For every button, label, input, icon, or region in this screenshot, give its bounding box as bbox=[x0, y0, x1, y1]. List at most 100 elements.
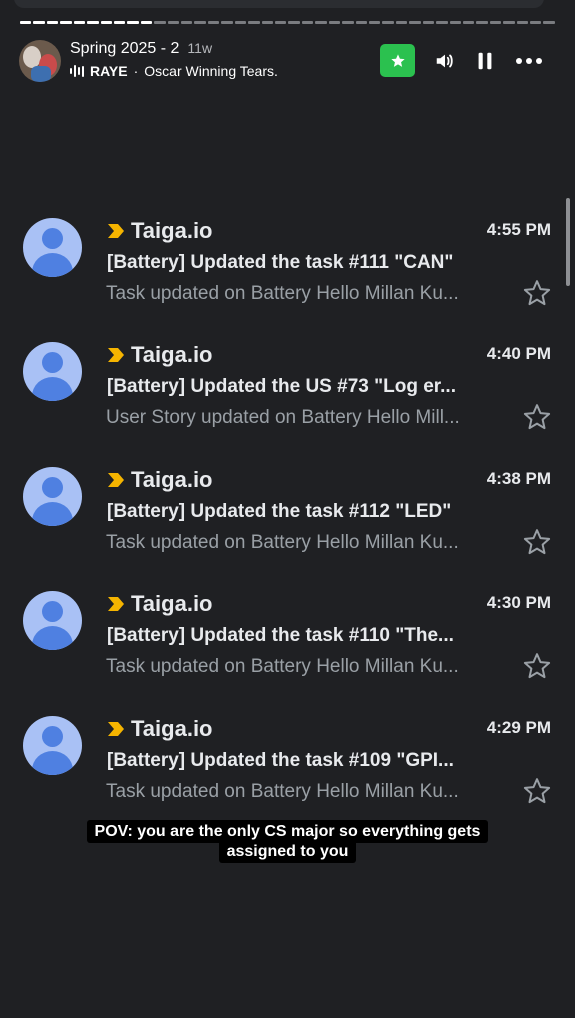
subject: [Battery] Updated the task #112 "LED" bbox=[107, 501, 452, 522]
sender: Taiga.io bbox=[131, 467, 213, 492]
story-music[interactable]: RAYE · Oscar Winning Tears. bbox=[70, 63, 278, 79]
email-row[interactable]: Taiga.io 4:55 PM [Battery] Updated the t… bbox=[0, 200, 575, 324]
more-icon[interactable] bbox=[515, 50, 543, 72]
story-age: 11w bbox=[187, 40, 213, 56]
progress-segment bbox=[489, 21, 502, 24]
star-icon[interactable] bbox=[522, 776, 552, 806]
progress-segment bbox=[87, 21, 99, 24]
progress-segment bbox=[234, 21, 247, 24]
subject: [Battery] Updated the task #111 "CAN" bbox=[107, 252, 454, 273]
story-avatar[interactable] bbox=[19, 40, 61, 82]
importance-marker-icon[interactable] bbox=[107, 223, 125, 239]
email-row[interactable]: Taiga.io 4:29 PM [Battery] Updated the t… bbox=[0, 698, 575, 822]
progress-segment bbox=[20, 21, 32, 24]
progress-segment bbox=[368, 21, 381, 24]
progress-segment bbox=[382, 21, 394, 24]
sender-line: Taiga.io bbox=[107, 467, 213, 493]
progress-segment bbox=[355, 21, 367, 24]
progress-segment bbox=[516, 21, 529, 24]
favorite-star-button[interactable] bbox=[380, 44, 415, 77]
email-row[interactable]: Taiga.io 4:38 PM [Battery] Updated the t… bbox=[0, 449, 575, 573]
star-icon[interactable] bbox=[522, 402, 552, 432]
progress-segment bbox=[181, 21, 193, 24]
importance-marker-icon[interactable] bbox=[107, 596, 125, 612]
progress-segment bbox=[543, 21, 555, 24]
avatar bbox=[23, 218, 82, 277]
progress-segment bbox=[275, 21, 287, 24]
music-separator: · bbox=[133, 63, 139, 79]
time: 4:40 PM bbox=[486, 344, 551, 363]
importance-marker-icon[interactable] bbox=[107, 347, 125, 363]
progress-segment bbox=[127, 21, 139, 24]
progress-segment bbox=[194, 21, 206, 24]
avatar bbox=[23, 342, 82, 401]
time: 4:29 PM bbox=[486, 718, 551, 737]
star-icon[interactable] bbox=[522, 278, 552, 308]
progress-segment bbox=[315, 21, 327, 24]
sender-line: Taiga.io bbox=[107, 591, 213, 617]
subject: [Battery] Updated the task #110 "The... bbox=[107, 625, 454, 646]
sender: Taiga.io bbox=[131, 591, 213, 616]
time: 4:55 PM bbox=[486, 220, 551, 239]
star-icon[interactable] bbox=[522, 527, 552, 557]
progress-segment bbox=[449, 21, 461, 24]
progress-segment bbox=[221, 21, 233, 24]
story-progress-bar bbox=[20, 21, 555, 25]
progress-segment bbox=[395, 21, 408, 24]
progress-segment bbox=[140, 21, 153, 24]
music-track: Oscar Winning Tears. bbox=[144, 63, 278, 79]
sender: Taiga.io bbox=[131, 716, 213, 741]
progress-segment bbox=[113, 21, 126, 24]
sender-line: Taiga.io bbox=[107, 342, 213, 368]
email-row[interactable]: Taiga.io 4:40 PM [Battery] Updated the U… bbox=[0, 324, 575, 448]
progress-segment bbox=[248, 21, 260, 24]
progress-segment bbox=[46, 21, 59, 24]
progress-segment bbox=[476, 21, 488, 24]
subject: [Battery] Updated the task #109 "GPI... bbox=[107, 750, 454, 771]
progress-segment bbox=[207, 21, 220, 24]
snippet: Task updated on Battery Hello Millan Ku.… bbox=[106, 532, 459, 553]
progress-segment bbox=[436, 21, 448, 24]
speaker-icon[interactable] bbox=[434, 50, 456, 72]
snippet: Task updated on Battery Hello Millan Ku.… bbox=[106, 656, 459, 677]
importance-marker-icon[interactable] bbox=[107, 721, 125, 737]
progress-segment bbox=[328, 21, 341, 24]
avatar bbox=[23, 591, 82, 650]
story-title[interactable]: Spring 2025 - 2 11w bbox=[70, 40, 212, 58]
snippet: Task updated on Battery Hello Millan Ku.… bbox=[106, 283, 459, 304]
progress-segment bbox=[503, 21, 515, 24]
story-title-text: Spring 2025 - 2 bbox=[70, 40, 180, 57]
progress-segment bbox=[288, 21, 300, 24]
progress-segment bbox=[342, 21, 354, 24]
progress-segment bbox=[33, 21, 45, 24]
subject: [Battery] Updated the US #73 "Log er... bbox=[107, 376, 456, 397]
star-icon[interactable] bbox=[522, 651, 552, 681]
music-artist: RAYE bbox=[90, 63, 128, 79]
caption-line-2: assigned to you bbox=[218, 840, 357, 863]
progress-segment bbox=[409, 21, 421, 24]
progress-segment bbox=[100, 21, 112, 24]
progress-segment bbox=[462, 21, 475, 24]
progress-segment bbox=[60, 21, 72, 24]
email-row[interactable]: Taiga.io 4:30 PM [Battery] Updated the t… bbox=[0, 573, 575, 697]
progress-segment bbox=[73, 21, 86, 24]
progress-segment bbox=[261, 21, 274, 24]
top-sheet bbox=[14, 0, 544, 8]
pause-icon[interactable] bbox=[474, 50, 496, 72]
star-icon bbox=[390, 53, 405, 67]
progress-segment bbox=[154, 21, 166, 24]
time: 4:30 PM bbox=[486, 593, 551, 612]
story-header: Spring 2025 - 2 11w RAYE · Oscar Winning … bbox=[19, 40, 559, 84]
music-bars-icon bbox=[70, 65, 84, 77]
story-caption: POV: you are the only CS major so everyt… bbox=[0, 820, 575, 863]
snippet: Task updated on Battery Hello Millan Ku.… bbox=[106, 781, 459, 802]
progress-segment bbox=[530, 21, 542, 24]
sender: Taiga.io bbox=[131, 218, 213, 243]
progress-segment bbox=[167, 21, 180, 24]
progress-segment bbox=[301, 21, 314, 24]
avatar bbox=[23, 467, 82, 526]
sender-line: Taiga.io bbox=[107, 716, 213, 742]
sender: Taiga.io bbox=[131, 342, 213, 367]
importance-marker-icon[interactable] bbox=[107, 472, 125, 488]
time: 4:38 PM bbox=[486, 469, 551, 488]
